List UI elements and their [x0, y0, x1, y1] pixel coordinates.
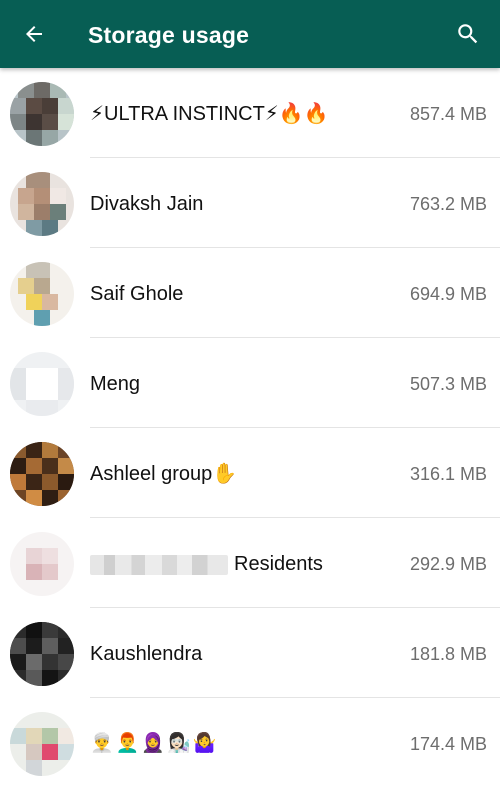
avatar	[10, 622, 74, 686]
chat-name: ⚡ULTRA INSTINCT⚡🔥🔥	[90, 103, 329, 125]
list-item[interactable]: Kaushlendra 181.8 MB	[0, 608, 500, 698]
storage-size: 181.8 MB	[409, 644, 487, 664]
storage-size: 507.3 MB	[409, 374, 487, 394]
avatar	[10, 352, 74, 416]
chat-name: Meng	[90, 373, 141, 395]
avatar	[10, 532, 74, 596]
list-item[interactable]: Ashleel group✋ 316.1 MB	[0, 428, 500, 518]
list-item[interactable]: Residents 292.9 MB	[0, 518, 500, 608]
chat-name: 👳‍♂️👨‍🦰🧕👩🏻‍🔬🤷‍♀️	[90, 733, 219, 754]
list-item[interactable]: ⚡ULTRA INSTINCT⚡🔥🔥 857.4 MB	[0, 68, 500, 158]
avatar	[10, 262, 74, 326]
chat-name: Residents	[90, 518, 323, 608]
storage-size: 292.9 MB	[409, 554, 487, 574]
avatar	[10, 82, 74, 146]
search-icon	[458, 24, 478, 44]
back-button[interactable]	[14, 14, 54, 54]
storage-size: 316.1 MB	[409, 464, 487, 484]
chat-name: Kaushlendra	[90, 643, 203, 665]
list-item[interactable]: Saif Ghole 694.9 MB	[0, 248, 500, 338]
storage-size: 763.2 MB	[409, 194, 487, 214]
list-item[interactable]: Divaksh Jain 763.2 MB	[0, 158, 500, 248]
chat-name: Divaksh Jain	[90, 193, 204, 215]
avatar	[10, 172, 74, 236]
avatar	[10, 712, 74, 776]
page-title: Storage usage	[88, 22, 250, 48]
storage-size: 174.4 MB	[409, 734, 487, 754]
chat-name: Saif Ghole	[90, 283, 184, 305]
storage-size: 694.9 MB	[409, 284, 487, 304]
avatar	[10, 442, 74, 506]
search-button[interactable]	[448, 14, 488, 54]
chat-name: Ashleel group✋	[90, 463, 238, 485]
storage-size: 857.4 MB	[409, 104, 487, 124]
storage-list: ⚡ULTRA INSTINCT⚡🔥🔥 857.4 MB Divaksh Jain…	[0, 68, 500, 788]
redacted-text	[90, 554, 228, 575]
list-item[interactable]: Meng 507.3 MB	[0, 338, 500, 428]
list-item[interactable]: 👳‍♂️👨‍🦰🧕👩🏻‍🔬🤷‍♀️ 174.4 MB	[0, 698, 500, 788]
arrow-back-icon	[26, 26, 42, 42]
app-bar: Storage usage	[0, 0, 500, 68]
